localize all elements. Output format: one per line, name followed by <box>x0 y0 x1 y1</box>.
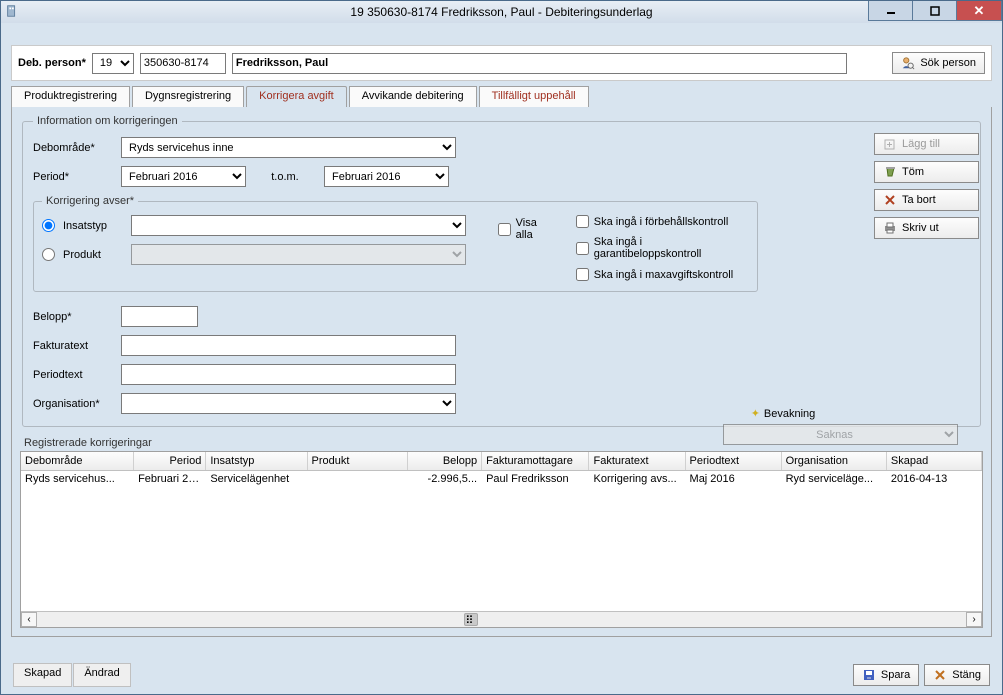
period-from-select[interactable]: Februari 2016 <box>121 166 246 187</box>
korrigering-legend: Korrigering avser* <box>42 195 138 207</box>
col-organisation[interactable]: Organisation <box>781 452 886 470</box>
col-period[interactable]: Period <box>134 452 206 470</box>
scroll-thumb[interactable]: ⠿ <box>464 613 478 626</box>
produkt-label: Produkt <box>63 249 123 261</box>
korrigering-fieldset: Korrigering avser* Insatstyp Produkt <box>33 195 758 292</box>
print-icon <box>883 221 897 235</box>
maxavgift-checkbox[interactable] <box>576 268 589 281</box>
garantibelopp-label: Ska ingå i garantibeloppskontroll <box>594 236 749 260</box>
stang-button[interactable]: Stäng <box>924 664 990 686</box>
grid-header-row: Debområde Period Insatstyp Produkt Belop… <box>21 452 982 470</box>
search-person-label: Sök person <box>920 57 976 69</box>
col-produkt[interactable]: Produkt <box>307 452 407 470</box>
period-label: Period* <box>33 171 113 183</box>
search-person-icon <box>901 56 915 70</box>
col-skapad[interactable]: Skapad <box>886 452 981 470</box>
horizontal-scrollbar[interactable]: ‹ ⠿ › <box>21 611 982 627</box>
person-bar: Deb. person* 19 Sök person <box>11 45 992 81</box>
bevakning-label: Bevakning <box>764 408 815 420</box>
window-controls: ✕ <box>869 1 1002 21</box>
save-icon <box>862 668 876 682</box>
col-periodtext[interactable]: Periodtext <box>685 452 781 470</box>
produkt-select[interactable] <box>131 244 466 265</box>
tab-dygnsregistrering[interactable]: Dygnsregistrering <box>132 86 244 107</box>
debomrade-label: Debområde* <box>33 142 113 154</box>
visa-alla-checkbox[interactable] <box>498 223 511 236</box>
stang-label: Stäng <box>952 669 981 681</box>
maximize-button[interactable] <box>912 1 957 21</box>
tab-content: Information om korrigeringen Debområde* … <box>11 107 992 637</box>
table-row[interactable]: Ryds servicehus... Februari 2016 Service… <box>21 470 982 487</box>
app-window: 19 350630-8174 Fredriksson, Paul - Debit… <box>0 0 1003 695</box>
titlebar: 19 350630-8174 Fredriksson, Paul - Debit… <box>1 1 1002 23</box>
belopp-label: Belopp* <box>33 311 113 323</box>
info-legend: Information om korrigeringen <box>33 115 182 127</box>
spara-button[interactable]: Spara <box>853 664 919 686</box>
col-insatstyp[interactable]: Insatstyp <box>206 452 307 470</box>
close-button[interactable]: ✕ <box>956 1 1002 21</box>
tab-korrigera-avgift[interactable]: Korrigera avgift <box>246 86 347 107</box>
insatstyp-label: Insatstyp <box>63 220 123 232</box>
fakturatext-label: Fakturatext <box>33 340 113 352</box>
tom-button[interactable]: Töm <box>874 161 979 183</box>
bevakning-select[interactable]: Saknas <box>723 424 958 445</box>
ta-bort-label: Ta bort <box>902 194 936 206</box>
tab-produktregistrering[interactable]: Produktregistrering <box>11 86 130 107</box>
periodtext-label: Periodtext <box>33 369 113 381</box>
app-icon <box>5 4 19 18</box>
add-icon <box>883 137 897 151</box>
scroll-left-button[interactable]: ‹ <box>21 612 37 627</box>
info-fieldset: Information om korrigeringen Debområde* … <box>22 115 981 427</box>
status-bar: Skapad Ändrad Spara Stäng <box>13 663 990 687</box>
col-fakturamottagare[interactable]: Fakturamottagare <box>482 452 589 470</box>
lagg-till-button[interactable]: Lägg till <box>874 133 979 155</box>
tabs: Produktregistrering Dygnsregistrering Ko… <box>11 85 992 107</box>
skriv-ut-label: Skriv ut <box>902 222 939 234</box>
action-buttons: Lägg till Töm Ta bort Skriv ut <box>874 133 979 239</box>
fakturatext-input[interactable] <box>121 335 456 356</box>
ssn-input[interactable] <box>140 53 226 74</box>
col-debomrade[interactable]: Debområde <box>21 452 134 470</box>
scroll-right-button[interactable]: › <box>966 612 982 627</box>
tab-avvikande-debitering[interactable]: Avvikande debitering <box>349 86 477 107</box>
skapad-status: Skapad <box>13 663 72 687</box>
forbehall-label: Ska ingå i förbehållskontroll <box>594 216 729 228</box>
garantibelopp-checkbox[interactable] <box>576 242 589 255</box>
periodtext-input[interactable] <box>121 364 456 385</box>
col-belopp[interactable]: Belopp <box>407 452 481 470</box>
insatstyp-radio[interactable] <box>42 219 55 232</box>
bevakning-section: ✦ Bevakning Saknas <box>723 407 963 445</box>
delete-icon <box>883 193 897 207</box>
organisation-select[interactable] <box>121 393 456 414</box>
century-select[interactable]: 19 <box>92 53 134 74</box>
tab-tillfalligt-uppehall[interactable]: Tillfälligt uppehåll <box>479 86 589 107</box>
organisation-label: Organisation* <box>33 398 113 410</box>
tom-label: Töm <box>902 166 924 178</box>
forbehall-checkbox[interactable] <box>576 215 589 228</box>
insatstyp-select[interactable] <box>131 215 466 236</box>
ta-bort-button[interactable]: Ta bort <box>874 189 979 211</box>
lagg-till-label: Lägg till <box>902 138 940 150</box>
spara-label: Spara <box>881 669 910 681</box>
person-name-input[interactable] <box>232 53 847 74</box>
bevakning-icon: ✦ <box>751 407 760 420</box>
search-person-button[interactable]: Sök person <box>892 52 985 74</box>
debomrade-select[interactable]: Ryds servicehus inne <box>121 137 456 158</box>
minimize-button[interactable] <box>868 1 913 21</box>
maxavgift-label: Ska ingå i maxavgiftskontroll <box>594 269 733 281</box>
deb-person-label: Deb. person* <box>18 57 86 69</box>
produkt-radio[interactable] <box>42 248 55 261</box>
belopp-input[interactable] <box>121 306 198 327</box>
close-icon <box>933 668 947 682</box>
visa-alla-label: Visa alla <box>516 217 556 241</box>
col-fakturatext[interactable]: Fakturatext <box>589 452 685 470</box>
tom-label: t.o.m. <box>254 171 316 183</box>
clear-icon <box>883 165 897 179</box>
skriv-ut-button[interactable]: Skriv ut <box>874 217 979 239</box>
scroll-track[interactable]: ⠿ <box>37 612 966 627</box>
grid: Debområde Period Insatstyp Produkt Belop… <box>20 451 983 628</box>
andrad-status: Ändrad <box>73 663 130 687</box>
title-text: 19 350630-8174 Fredriksson, Paul - Debit… <box>350 5 652 19</box>
period-to-select[interactable]: Februari 2016 <box>324 166 449 187</box>
